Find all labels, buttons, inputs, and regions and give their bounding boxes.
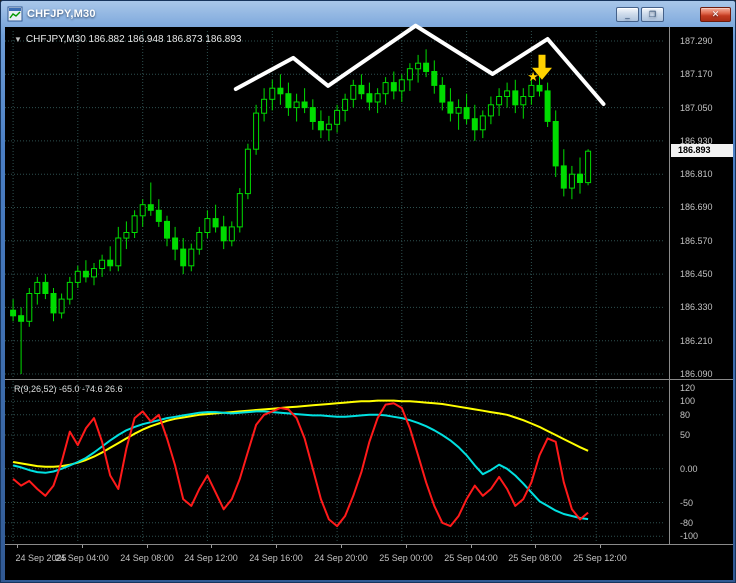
indicator-grid [5, 381, 665, 543]
time-label: 24 Sep 16:00 [249, 553, 303, 563]
window-controls: _ ❐ ✕ [614, 6, 731, 22]
time-tick [600, 545, 601, 548]
window-title: CHFJPY,M30 [27, 8, 96, 20]
chart-window-icon [7, 6, 23, 22]
time-axis[interactable]: 24 Sep 2025 24 Sep 04:00 24 Sep 08:00 24 Se… [5, 545, 669, 577]
chart-dropdown-icon[interactable]: ▼ [14, 35, 22, 44]
window-titlebar[interactable]: CHFJPY,M30 _ ❐ ✕ [5, 3, 731, 25]
time-label: 25 Sep 12:00 [573, 553, 627, 563]
price-chart[interactable]: ★ [5, 23, 665, 379]
indicator-scale-label: 100 [680, 396, 696, 406]
indicator-chart[interactable] [5, 381, 665, 543]
time-label: 25 Sep 04:00 [444, 553, 498, 563]
indicator-scale-label: -100 [680, 531, 699, 541]
indicator-label: R(9,26,52) -65.0 -74.6 26.6 [14, 384, 123, 394]
indicator-scale-label: -80 [680, 518, 694, 528]
restore-button[interactable]: ❐ [641, 6, 664, 22]
time-label: 24 Sep 20:00 [314, 553, 368, 563]
time-axis-separator [5, 544, 733, 545]
indicator-axis[interactable]: 120 100 80 50 0.00 -50 -80 -100 [673, 27, 733, 580]
time-tick [341, 545, 342, 548]
indicator-scale-label: 120 [680, 383, 696, 393]
time-tick [276, 545, 277, 548]
indicator-separator[interactable] [5, 379, 733, 380]
time-label: 24 Sep 12:00 [184, 553, 238, 563]
chart-client-area: ★ ▼ CHFJPY,M30 186.882 186.948 186.873 18… [5, 23, 733, 580]
time-label: 24 Sep 08:00 [120, 553, 174, 563]
indicator-scale-label: 50 [680, 430, 691, 440]
star-icon[interactable]: ★ [527, 69, 539, 84]
time-tick [17, 545, 18, 548]
indicator-scale-label: 80 [680, 410, 691, 420]
time-tick [211, 545, 212, 548]
indicator-line-fast [12, 402, 589, 528]
price-axis-separator [669, 27, 670, 544]
time-tick [535, 545, 536, 548]
chart-header-text: CHFJPY,M30 186.882 186.948 186.873 186.8… [25, 34, 242, 45]
time-tick [147, 545, 148, 548]
indicator-scale-label: 0.00 [680, 464, 698, 474]
indicator-scale-label: -50 [680, 498, 694, 508]
time-tick [406, 545, 407, 548]
time-tick [82, 545, 83, 548]
time-tick [471, 545, 472, 548]
minimize-button[interactable]: _ [616, 6, 639, 22]
chart-ohlc-header: ▼ CHFJPY,M30 186.882 186.948 186.873 186.… [14, 34, 241, 45]
time-label: 25 Sep 00:00 [379, 553, 433, 563]
time-label: 24 Sep 04:00 [55, 553, 109, 563]
candles [10, 49, 592, 374]
time-label: 25 Sep 08:00 [508, 553, 562, 563]
close-button[interactable]: ✕ [700, 6, 731, 22]
application-window: CHFJPY,M30 _ ❐ ✕ ★ ▼ CHFJPY,M30 186.882 1… [0, 0, 736, 583]
